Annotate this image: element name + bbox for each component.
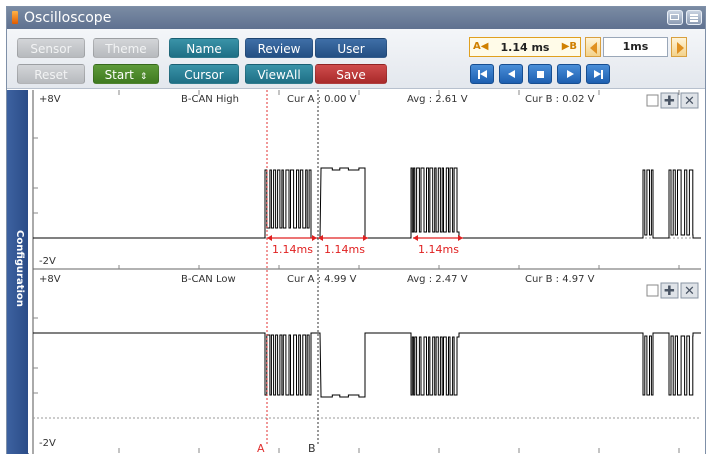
cursor-b-label: B <box>308 442 316 454</box>
measurement-label-1: 1.14ms <box>272 243 313 256</box>
measurement-label-3: 1.14ms <box>418 243 459 256</box>
cursor-b-marker: ▶B <box>561 41 577 52</box>
ch1-cur-b: Cur B : 0.02 V <box>525 94 595 105</box>
cursor-delta-value: 1.14 ms <box>500 41 550 54</box>
ch1-panel-controls: ✚ ✕ <box>646 92 699 109</box>
ch2-cur-a: Cur A : 4.99 V <box>287 274 357 285</box>
oscilloscope-window: Oscilloscope Sensor Theme Name Review Us… <box>6 6 706 454</box>
svg-text:✚: ✚ <box>664 284 675 299</box>
time-scale-value[interactable]: 1ms <box>603 37 668 57</box>
save-button[interactable]: Save <box>315 64 387 84</box>
skip-first-icon[interactable] <box>470 64 494 84</box>
svg-text:✚: ✚ <box>664 94 675 109</box>
svg-text:✕: ✕ <box>684 94 695 109</box>
measurement-label-2: 1.14ms <box>324 243 365 256</box>
ch2-channel-name: B-CAN Low <box>181 274 236 285</box>
cursor-a-label: A <box>257 442 265 454</box>
cursor-button[interactable]: Cursor <box>169 64 239 84</box>
skip-last-icon[interactable] <box>586 64 610 84</box>
ch1-waveform <box>33 167 701 239</box>
channel-2-panel: +8V -2V B-CAN Low Cur A : 4.99 V Avg : 2… <box>32 270 701 454</box>
ch1-ticks <box>33 137 38 214</box>
reset-button[interactable]: Reset <box>17 64 85 84</box>
ch1-channel-name: B-CAN High <box>181 94 239 105</box>
configuration-sidebar[interactable]: Configuration <box>7 90 28 454</box>
channel-1-panel: +8V -2V B-CAN High Cur A : 0.00 V Avg : … <box>32 90 701 270</box>
ch2-ymin-label: -2V <box>39 438 56 449</box>
ch1-cur-a: Cur A : 0.00 V <box>287 94 357 105</box>
ch2-ymax-label: +8V <box>39 274 61 285</box>
configuration-label: Configuration <box>14 230 25 307</box>
review-button[interactable]: Review <box>245 38 313 58</box>
start-select[interactable]: Start ⇕ <box>93 64 159 84</box>
name-button[interactable]: Name <box>169 38 239 58</box>
user-setting-button[interactable]: User Setting <box>315 38 387 76</box>
cursor-delta-display: A◀ 1.14 ms ▶B <box>469 37 581 57</box>
app-icon <box>12 11 18 24</box>
prev-icon[interactable] <box>499 64 523 84</box>
window-title: Oscilloscope <box>24 10 112 26</box>
oscilloscope-plot: +8V -2V B-CAN High Cur A : 0.00 V Avg : … <box>32 90 701 454</box>
restore-icon[interactable] <box>667 10 683 25</box>
toolbar: Sensor Theme Name Review User Setting Re… <box>7 29 705 89</box>
next-icon[interactable] <box>557 64 581 84</box>
start-label: Start <box>104 68 134 82</box>
scale-decrease-icon[interactable] <box>585 37 601 57</box>
ch1-ymin-label: -2V <box>39 256 56 267</box>
ch1-x-ticks <box>118 90 680 269</box>
ch1-checkbox[interactable] <box>646 94 659 107</box>
ch2-x-ticks <box>33 317 680 453</box>
ch1-ymax-label: +8V <box>39 94 61 105</box>
ch2-waveform <box>33 332 701 398</box>
updown-icon: ⇕ <box>139 72 148 82</box>
title-bar: Oscilloscope <box>7 7 705 29</box>
sensor-button[interactable]: Sensor <box>17 38 85 58</box>
menu-icon[interactable] <box>686 10 702 25</box>
ch1-avg: Avg : 2.61 V <box>407 94 468 105</box>
stop-icon[interactable] <box>528 64 552 84</box>
ch2-avg: Avg : 2.47 V <box>407 274 468 285</box>
scale-increase-icon[interactable] <box>671 37 687 57</box>
plot-area: +8V -2V B-CAN High Cur A : 0.00 V Avg : … <box>29 90 705 454</box>
ch2-panel-controls: ✚ ✕ <box>646 282 699 299</box>
viewall-button[interactable]: ViewAll <box>245 64 313 84</box>
ch2-cur-b: Cur B : 4.97 V <box>525 274 595 285</box>
svg-text:✕: ✕ <box>684 284 695 299</box>
ch1-measurements: 1.14ms 1.14ms 1.14ms <box>267 235 463 256</box>
cursor-a-marker: A◀ <box>473 41 489 52</box>
theme-button[interactable]: Theme <box>93 38 159 58</box>
ch2-checkbox[interactable] <box>646 284 659 297</box>
